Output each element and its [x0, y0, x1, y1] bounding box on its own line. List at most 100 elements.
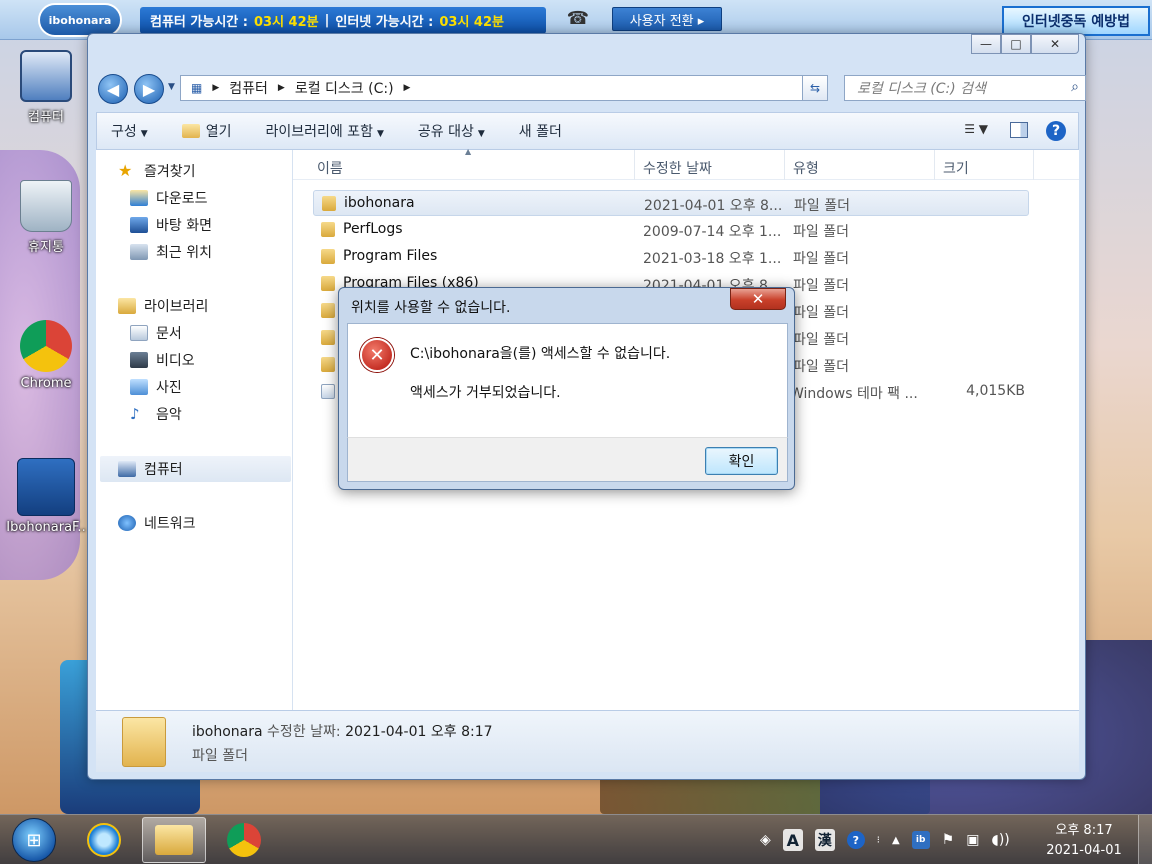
ok-button[interactable]: 확인	[705, 447, 778, 475]
chrome-icon	[20, 320, 72, 372]
documents-icon	[130, 325, 148, 341]
search-icon[interactable]: ⌕	[1071, 79, 1079, 95]
nav-label: 라이브러리	[144, 299, 209, 315]
details-line-1: ibohonara 수정한 날짜: 2021-04-01 오후 8:17	[192, 721, 493, 741]
addiction-prevention-banner[interactable]: 인터넷중독 예방법	[1002, 6, 1150, 36]
column-headers: ▲ 이름 수정한 날짜 유형 크기	[293, 147, 1079, 180]
share-label: 공유 대상	[417, 124, 474, 140]
breadcrumb-local-disk[interactable]: 로컬 디스크 (C:)	[295, 78, 394, 98]
share-button[interactable]: 공유 대상 ▼	[418, 121, 485, 141]
refresh-button[interactable]: ⇆	[802, 75, 828, 101]
ime-hanja[interactable]: 漢	[814, 829, 835, 851]
column-divider[interactable]	[784, 150, 785, 180]
nav-label: 최근 위치	[156, 245, 212, 261]
dialog-body: ✕ C:\ibohonara을(를) 액세스할 수 없습니다. 액세스가 거부되…	[347, 323, 788, 437]
column-divider[interactable]	[634, 150, 635, 180]
taskbar-clock[interactable]: 오후 8:17 2021-04-01	[1044, 821, 1124, 861]
new-folder-button[interactable]: 새 폴더	[519, 121, 562, 141]
nav-label: 음악	[156, 407, 182, 423]
preview-pane-icon[interactable]	[1010, 122, 1028, 138]
row-type: 파일 폴더	[793, 224, 849, 240]
show-hidden-icons-icon[interactable]: ▲	[892, 835, 900, 846]
star-icon: ★	[118, 161, 133, 180]
include-library-label: 라이브러리에 포함	[265, 124, 373, 140]
taskbar-explorer[interactable]	[142, 817, 206, 863]
dialog-close-button[interactable]: ✕	[730, 288, 786, 310]
column-header-type[interactable]: 유형	[793, 158, 819, 178]
desktop-icon-chrome[interactable]: Chrome	[4, 320, 88, 391]
folder-icon	[321, 276, 335, 291]
recent-pages-dropdown[interactable]: ▼	[168, 82, 175, 92]
chevron-down-icon: ▼	[140, 129, 148, 139]
address-bar[interactable]: ▦ ▶ 컴퓨터 ▶ 로컬 디스크 (C:) ▶ ▼	[180, 75, 826, 101]
action-center-flag-icon[interactable]: ⚑	[942, 832, 955, 848]
help-icon[interactable]: ?	[1046, 121, 1066, 141]
ibohonara-tray-icon[interactable]: ib	[911, 831, 930, 849]
column-divider[interactable]	[1033, 150, 1034, 180]
column-header-modified[interactable]: 수정한 날짜	[643, 158, 712, 178]
desktop-icon-label: IbohonaraF..	[6, 520, 86, 535]
folder-icon	[322, 196, 336, 211]
nav-label: 사진	[156, 380, 182, 396]
include-library-button[interactable]: 라이브러리에 포함 ▼	[265, 121, 383, 141]
view-options-icon[interactable]: ☰ ▼	[964, 122, 988, 136]
breadcrumb-sep: ▶	[277, 83, 285, 93]
nav-libraries[interactable]: 라이브러리	[118, 293, 313, 319]
taskbar-ie[interactable]	[72, 817, 136, 863]
navigation-pane: ★ 즐겨찾기 다운로드 바탕 화면 최근 위치 라이브러리 문서 비디오 사진 ♪…	[96, 150, 293, 710]
tray-options-icon[interactable]: ⁝	[877, 835, 880, 846]
separator: |	[324, 13, 330, 28]
column-header-name[interactable]: 이름	[317, 158, 343, 178]
close-button[interactable]: ✕	[1031, 34, 1079, 54]
desktop-icon-recycle-bin[interactable]: 휴지통	[4, 180, 88, 255]
open-button[interactable]: 열기	[181, 121, 231, 141]
back-button[interactable]: ◀	[98, 74, 128, 104]
ibohonara-logo: ibohonara	[38, 3, 122, 37]
column-header-size[interactable]: 크기	[943, 158, 969, 178]
maximize-button[interactable]: □	[1001, 34, 1031, 54]
table-row[interactable]: PerfLogs 2009-07-14 오후 1... 파일 폴더	[313, 217, 1029, 243]
new-folder-label: 새 폴더	[518, 124, 562, 140]
dialog-footer: 확인	[347, 437, 788, 482]
row-modified: 2009-07-14 오후 1...	[643, 224, 782, 240]
taskbar-chrome[interactable]	[212, 817, 276, 863]
network-tray-icon[interactable]: ▣	[966, 832, 979, 848]
explorer-folder-icon	[155, 825, 193, 855]
computer-icon	[118, 461, 136, 477]
desktop-icon-computer[interactable]: 컴퓨터	[4, 50, 88, 125]
available-time-panel: 컴퓨터 가능시간 : 03시 42분 | 인터넷 가능시간 : 03시 42분	[140, 7, 546, 34]
minimize-button[interactable]: —	[971, 34, 1001, 54]
nav-label: 컴퓨터	[144, 462, 183, 478]
search-placeholder: 로컬 디스크 (C:) 검색	[857, 81, 986, 97]
language-bar-icon[interactable]: ◈	[760, 832, 771, 848]
row-name: PerfLogs	[343, 221, 403, 237]
organize-button[interactable]: 구성 ▼	[111, 121, 148, 141]
phone-icon[interactable]: ☎	[565, 8, 591, 30]
table-row[interactable]: Program Files 2021-03-18 오후 1... 파일 폴더	[313, 244, 1029, 270]
search-input[interactable]: 로컬 디스크 (C:) 검색 ⌕	[844, 75, 1086, 101]
libraries-icon	[118, 298, 136, 314]
taskbar: ⊞ ◈ A 漢 ? ⁝ ▲ ib ⚑ ▣ ◖)) 오후 8:17 2021-04…	[0, 814, 1152, 864]
computer-small-icon: ▦	[191, 81, 203, 95]
switch-user-button[interactable]: 사용자 전환 ▸	[612, 7, 722, 31]
row-type: Windows 테마 팩 ...	[790, 386, 918, 402]
breadcrumb-computer[interactable]: 컴퓨터	[229, 78, 268, 98]
ime-mode-a[interactable]: A	[782, 829, 803, 851]
internet-time-value: 03시 42분	[439, 15, 504, 30]
start-button[interactable]: ⊞	[12, 818, 56, 862]
nav-favorites[interactable]: ★ 즐겨찾기	[118, 158, 313, 184]
show-desktop-button[interactable]	[1138, 815, 1152, 864]
sort-indicator-icon: ▲	[465, 147, 472, 156]
volume-icon[interactable]: ◖))	[991, 832, 1009, 848]
details-modified-value: 2021-04-01 오후 8:17	[345, 724, 493, 740]
table-row[interactable]: ibohonara 2021-04-01 오후 8... 파일 폴더	[313, 190, 1029, 216]
nav-network[interactable]: 네트워크	[118, 510, 313, 536]
chrome-icon	[227, 823, 261, 857]
details-pane: ibohonara 수정한 날짜: 2021-04-01 오후 8:17 파일 …	[96, 710, 1079, 772]
desktop-icon-ibohonara[interactable]: IbohonaraF..	[4, 458, 88, 535]
help-icon[interactable]: ?	[846, 831, 865, 849]
column-divider[interactable]	[934, 150, 935, 180]
nav-computer[interactable]: 컴퓨터	[100, 456, 291, 482]
videos-icon	[130, 352, 148, 368]
forward-button[interactable]: ▶	[134, 74, 164, 104]
